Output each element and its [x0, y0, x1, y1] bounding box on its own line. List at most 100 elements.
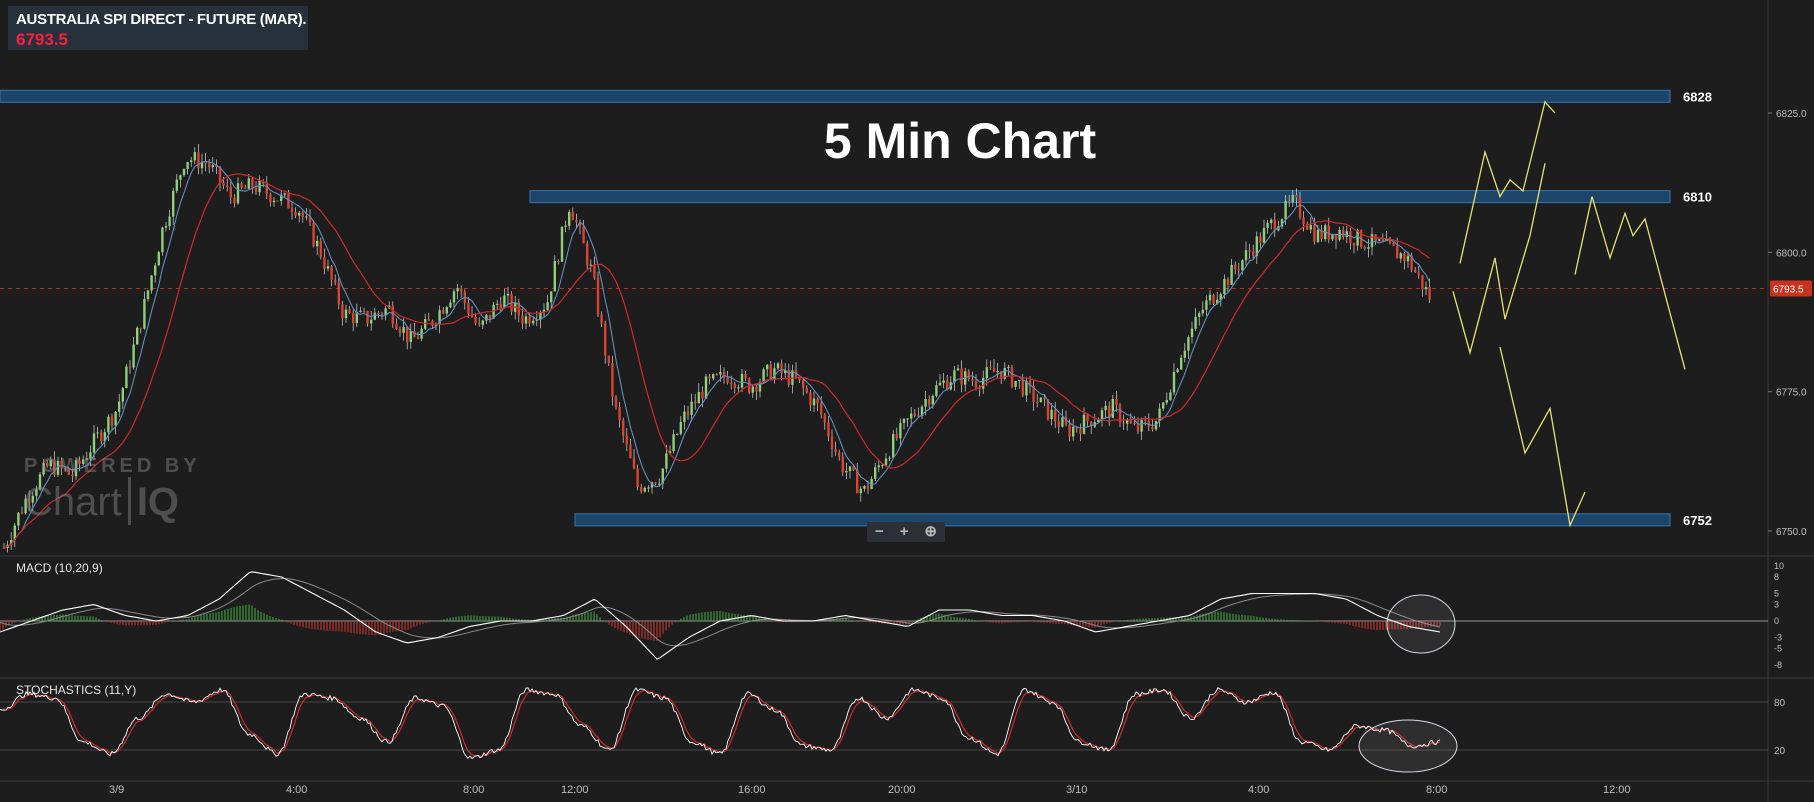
- macd-histogram-bar: [1061, 621, 1063, 624]
- macd-histogram-bar: [1379, 621, 1381, 631]
- candle-body: [611, 363, 614, 397]
- zoom-out-button[interactable]: −: [875, 522, 884, 542]
- macd-histogram-bar: [644, 621, 646, 640]
- macd-histogram-bar: [1043, 621, 1045, 623]
- macd-histogram-bar: [1058, 621, 1060, 624]
- candle-body: [445, 307, 448, 314]
- macd-histogram-bar: [440, 619, 442, 621]
- macd-histogram-bar: [1376, 621, 1378, 631]
- macd-histogram-bar: [185, 619, 187, 621]
- macd-histogram-bar: [1277, 619, 1279, 621]
- macd-histogram-bar: [713, 611, 715, 621]
- candle-body: [1230, 264, 1233, 285]
- macd-histogram-bar: [491, 616, 493, 621]
- macd-histogram-bar: [11, 621, 13, 624]
- macd-histogram-bar: [71, 615, 73, 621]
- macd-histogram-bar: [1151, 618, 1153, 621]
- candle-body: [568, 211, 571, 226]
- candle-body: [506, 293, 510, 296]
- macd-label: MACD (10,20,9): [16, 561, 103, 575]
- time-tick-label: 4:00: [286, 784, 307, 796]
- macd-histogram-bar: [134, 621, 136, 626]
- candle-body: [272, 200, 276, 203]
- candle-body: [1007, 366, 1010, 368]
- candle-body: [996, 371, 999, 373]
- macd-histogram-bar: [1337, 621, 1339, 624]
- macd-histogram-bar: [1100, 621, 1102, 626]
- candle-body: [1082, 414, 1086, 434]
- macd-histogram-bar: [395, 621, 397, 632]
- watermark-logo: Chart IQ: [24, 477, 179, 525]
- candle-body: [1054, 409, 1057, 422]
- macd-histogram-bar: [278, 618, 280, 621]
- macd-histogram-bar: [314, 621, 316, 630]
- candle-body: [823, 414, 826, 423]
- macd-tick-label: -5: [1774, 644, 1782, 654]
- candle-body: [348, 309, 351, 314]
- macd-histogram-bar: [1142, 618, 1144, 621]
- macd-histogram-bar: [641, 621, 643, 639]
- candle-body: [737, 387, 740, 389]
- candle-body: [816, 398, 819, 404]
- macd-histogram-bar: [1238, 614, 1240, 621]
- candle-body: [334, 279, 337, 283]
- candle-body: [1367, 247, 1370, 249]
- macd-histogram-bar: [203, 614, 205, 621]
- macd-histogram-bar: [1010, 621, 1012, 623]
- candle-body: [1205, 300, 1208, 310]
- candle-body: [802, 379, 805, 388]
- macd-histogram-bar: [470, 615, 472, 621]
- macd-highlight-ellipse: [1386, 594, 1456, 654]
- macd-histogram-bar: [854, 620, 856, 621]
- candle-body: [172, 190, 175, 217]
- macd-histogram-bar: [1247, 615, 1249, 621]
- macd-histogram-bar: [668, 621, 670, 628]
- macd-histogram-bar: [191, 617, 193, 621]
- macd-histogram-bar: [89, 616, 91, 621]
- macd-histogram-bar: [77, 615, 79, 621]
- candle-body: [607, 355, 610, 364]
- macd-histogram-bar: [1211, 612, 1213, 621]
- macd-histogram-bar: [947, 615, 949, 621]
- macd-histogram-bar: [1286, 619, 1288, 621]
- candle-body: [1169, 392, 1172, 400]
- macd-histogram-bar: [677, 620, 679, 621]
- macd-histogram-bar: [593, 611, 595, 621]
- macd-histogram-bar: [488, 616, 490, 621]
- macd-histogram-bar: [629, 621, 631, 635]
- macd-histogram-bar: [224, 609, 226, 621]
- macd-histogram-bar: [500, 616, 502, 621]
- macd-histogram-bar: [464, 615, 466, 621]
- candle-body: [488, 314, 492, 319]
- candle-body: [1234, 264, 1237, 270]
- candle-body: [557, 261, 560, 263]
- macd-histogram-bar: [29, 618, 31, 621]
- macd-histogram-bar: [584, 612, 586, 621]
- candle-body: [866, 486, 870, 489]
- macd-histogram-bar: [1292, 620, 1294, 621]
- macd-histogram-bar: [137, 621, 139, 626]
- candle-body: [1352, 243, 1356, 246]
- candle-body: [1133, 422, 1136, 425]
- candle-body: [899, 422, 902, 439]
- candle-body: [1295, 194, 1298, 198]
- candle-body: [298, 212, 301, 216]
- macd-histogram-bar: [62, 614, 64, 621]
- macd-histogram-bar: [599, 617, 601, 621]
- zoom-in-button[interactable]: +: [900, 522, 909, 542]
- macd-histogram-bar: [1325, 621, 1327, 623]
- macd-histogram-bar: [872, 621, 874, 623]
- candle-body: [589, 264, 592, 266]
- macd-histogram-bar: [143, 621, 145, 626]
- macd-histogram-bar: [449, 617, 451, 621]
- chart-stage[interactable]: 6825.0 6800.0 6775.0 6750.0 6828 6810 6752 6793…: [0, 0, 1814, 802]
- chart-headline: 5 Min Chart: [823, 113, 1097, 169]
- zoom-reset-icon[interactable]: ⊕: [924, 522, 937, 542]
- macd-histogram-bar: [953, 616, 955, 621]
- candle-body: [359, 310, 362, 312]
- time-tick-label: 4:00: [1248, 784, 1269, 796]
- macd-histogram-bar: [302, 621, 304, 628]
- candle-body: [640, 487, 643, 492]
- candle-body: [157, 252, 160, 266]
- candle-body: [121, 388, 124, 402]
